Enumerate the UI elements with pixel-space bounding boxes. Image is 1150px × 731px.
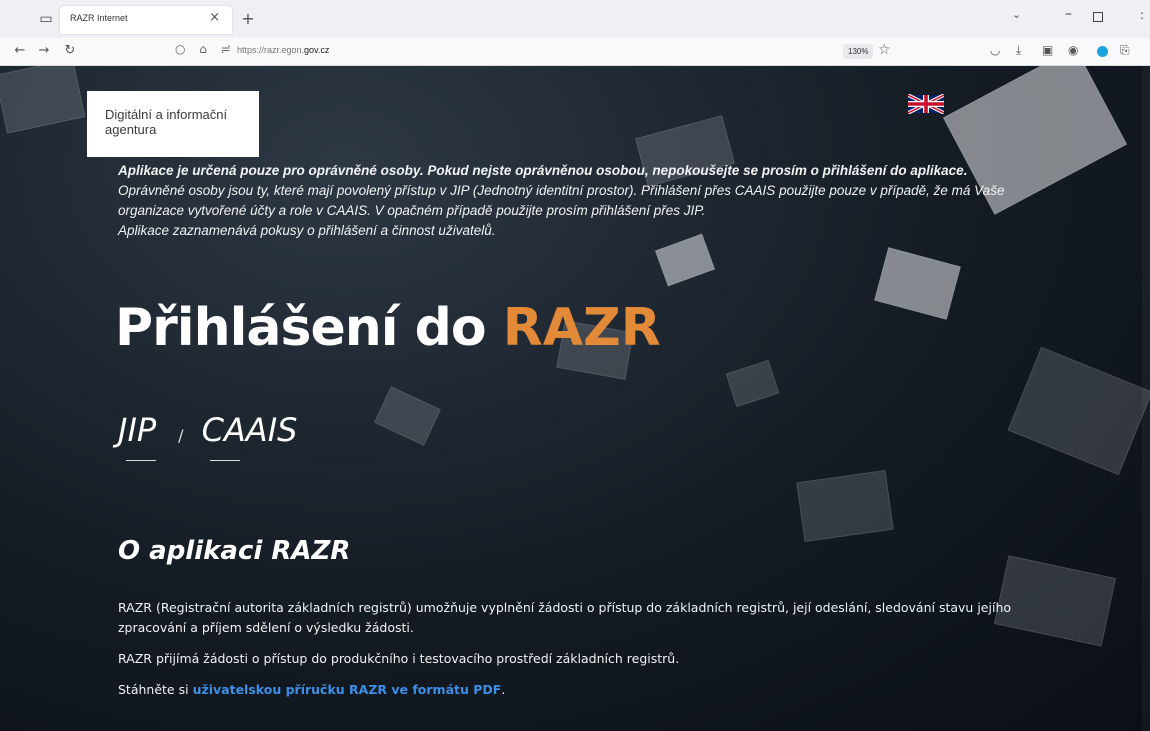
star-icon[interactable]: ☆ [878, 42, 891, 58]
notice-info: Oprávněné osoby jsou ty, které mají povo… [118, 183, 1005, 218]
razr-login-page: Digitální a informační agentura Aplikace… [0, 66, 1150, 731]
reload-icon[interactable]: ↻ [60, 41, 80, 61]
reader-view-icon[interactable]: ▣ [1042, 43, 1053, 57]
download-suffix: . [501, 682, 506, 697]
chevron-down-icon[interactable]: ⌄ [1012, 8, 1021, 21]
browser-tabstrip: ▭ RAZR Internet × + ⌄ – : [0, 0, 1150, 38]
window-more-icon[interactable]: : [1140, 8, 1144, 22]
maximize-window-icon[interactable] [1093, 12, 1103, 22]
tab-list-icon[interactable]: ▭ [36, 9, 56, 29]
download-prefix: Stáhněte si [118, 682, 193, 697]
url-security-icons[interactable]: ○ ⌂ ≓ [175, 42, 236, 56]
zoom-level-badge[interactable]: 130% [843, 44, 874, 59]
login-options: JIP / CAAIS [118, 411, 297, 461]
download-icon[interactable]: ⤓ [1016, 43, 1021, 58]
browser-tab-active[interactable]: RAZR Internet × [60, 6, 232, 34]
title-accent: RAZR [502, 298, 661, 358]
tab-title: RAZR Internet [70, 13, 128, 23]
background-decoration [374, 386, 441, 446]
logo-line-1: Digitální a informační [105, 107, 228, 122]
about-heading: O aplikaci RAZR [118, 536, 351, 566]
about-paragraph-1: RAZR (Registrační autorita základních re… [118, 600, 1012, 635]
agency-logo[interactable]: Digitální a informační agentura [87, 91, 259, 157]
uk-flag-icon[interactable] [908, 94, 944, 114]
login-jip-link[interactable]: JIP [118, 411, 157, 461]
extension-icon[interactable] [1097, 46, 1108, 57]
account-icon[interactable]: ◉ [1068, 43, 1078, 57]
url-prefix: https://razr.egon. [237, 45, 305, 55]
url-domain: gov.cz [304, 45, 330, 55]
background-decoration [655, 233, 715, 287]
pocket-icon[interactable]: ◡ [990, 43, 1000, 57]
close-icon[interactable]: × [209, 10, 220, 25]
arrow-left-icon[interactable]: ← [10, 41, 30, 61]
user-guide-pdf-link[interactable]: uživatelskou příručku RAZR ve formátu PD… [193, 682, 502, 697]
page-scrollbar[interactable] [1142, 66, 1150, 731]
new-tab-plus-icon[interactable]: + [238, 9, 258, 29]
notice-logging: Aplikace zaznamenává pokusy o přihlášení… [118, 223, 496, 238]
login-caais-link[interactable]: CAAIS [202, 411, 297, 461]
page-title: Přihlášení do RAZR [115, 298, 661, 358]
title-prefix: Přihlášení do [115, 298, 503, 358]
logo-line-2: agentura [105, 122, 157, 137]
background-decoration [0, 66, 86, 134]
background-decoration [725, 359, 780, 408]
browser-navbar: ← → ↻ ○ ⌂ ≓ https://razr.egon.gov.cz 130… [0, 38, 1150, 66]
background-decoration [796, 470, 894, 542]
access-notice: Aplikace je určená pouze pro oprávněné o… [118, 161, 1048, 241]
notice-warning: Aplikace je určená pouze pro oprávněné o… [118, 163, 968, 178]
extensions-puzzle-icon[interactable]: ⎘ [1120, 43, 1130, 58]
about-section: RAZR (Registrační autorita základních re… [118, 598, 1043, 711]
background-decoration [874, 247, 961, 320]
background-decoration [1007, 346, 1150, 476]
address-bar[interactable]: https://razr.egon.gov.cz [237, 45, 329, 55]
login-separator: / [178, 426, 184, 445]
arrow-right-icon[interactable]: → [34, 41, 54, 61]
about-paragraph-2: RAZR přijímá žádosti o přístup do produk… [118, 651, 680, 666]
minimize-window-icon[interactable]: – [1065, 6, 1072, 22]
about-paragraph-3: Stáhněte si uživatelskou příručku RAZR v… [118, 680, 1043, 700]
